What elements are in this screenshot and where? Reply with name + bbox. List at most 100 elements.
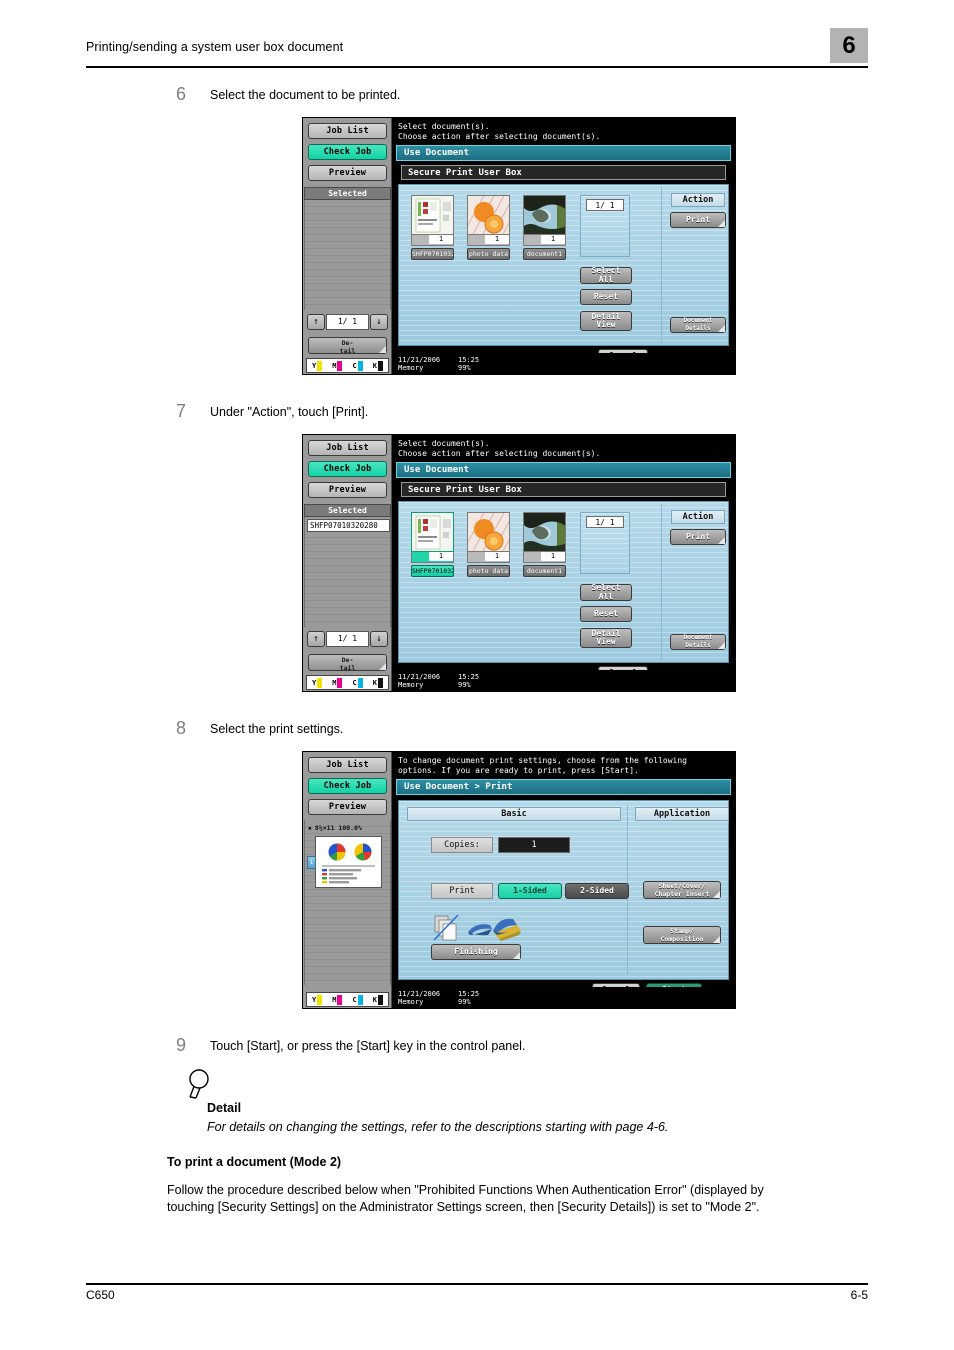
panel2-print-button[interactable]: Print bbox=[670, 529, 726, 545]
thumbnail-count-bar: 1 bbox=[467, 552, 510, 563]
thumbnail-name: photo data bbox=[467, 248, 510, 260]
panel3-tab-application[interactable]: Application bbox=[635, 807, 729, 821]
panel2-vertical-divider bbox=[661, 504, 662, 660]
panel1-document-details-button[interactable]: Document Details bbox=[670, 317, 726, 333]
panel2-page-up-icon[interactable]: ↑ bbox=[307, 631, 325, 647]
panel2-message: Select document(s). Choose action after … bbox=[398, 439, 601, 458]
panel1-print-button[interactable]: Print bbox=[670, 212, 726, 228]
panel3-tab-basic[interactable]: Basic bbox=[407, 807, 621, 821]
panel2-document-details-button[interactable]: Document Details bbox=[670, 634, 726, 650]
panel1-sidebar: Job List Check Job Preview Selected Docu… bbox=[303, 118, 392, 374]
thumbnail-name: SHFP0701032 bbox=[411, 248, 454, 260]
panel2-job-list-button[interactable]: Job List bbox=[308, 440, 387, 456]
panel2-document-thumb-1[interactable]: 1 photo data bbox=[467, 512, 510, 577]
panel2-select-all-button[interactable]: Select All bbox=[580, 583, 632, 601]
panel1-breadcrumb: Use Document bbox=[396, 145, 731, 161]
panel3-1-sided-button[interactable]: 1-Sided bbox=[498, 883, 562, 899]
thumbnail-count: 1 bbox=[429, 235, 453, 244]
panel2-document-thumb-0[interactable]: 1 SHFP0701032 bbox=[411, 512, 454, 577]
panel3-main: To change document print settings, choos… bbox=[392, 752, 735, 1008]
toner-k: K bbox=[373, 360, 383, 371]
panel1-selected-documents-label: Selected Documents bbox=[304, 187, 391, 209]
panel2-action-label: Action bbox=[671, 510, 725, 524]
panel1-check-job-button[interactable]: Check Job bbox=[308, 144, 387, 160]
panel1-status-date: 11/21/2006 bbox=[398, 356, 441, 364]
panel1-select-all-button[interactable]: Select All bbox=[580, 266, 632, 284]
panel2-page-count: 1/ 1 bbox=[586, 516, 624, 528]
panel1-job-list-button[interactable]: Job List bbox=[308, 123, 387, 139]
panel2-sidebar-pager[interactable]: ↑ 1/ 1 ↓ bbox=[307, 631, 388, 647]
panel1-content-pane: 1 SHFP0701032 1 photo data 1 document1 1… bbox=[398, 184, 729, 346]
panel1-detail-button[interactable]: De-tail bbox=[308, 337, 387, 354]
panel3-status-memory-value: 99% bbox=[458, 998, 471, 1006]
thumbnail-count: 1 bbox=[485, 235, 509, 244]
panel3-sheet-cover-chapter-insert-button[interactable]: Sheet/Cover/Chapter Insert bbox=[643, 881, 721, 899]
toner-y: Y bbox=[312, 677, 323, 688]
toner-c: C bbox=[353, 677, 363, 688]
step-text: Select the print settings. bbox=[210, 722, 344, 736]
panel2-detail-view-button[interactable]: Detail View bbox=[580, 628, 632, 648]
thumbnail-image bbox=[523, 512, 566, 552]
panel2-selected-documents-list[interactable]: SHFP07010320280 bbox=[304, 517, 391, 627]
panel3-stamp-composition-button[interactable]: Stamp/Composition bbox=[643, 926, 721, 944]
panel2-status-memory-label: Memory bbox=[398, 681, 424, 689]
panel1-page-up-icon[interactable]: ↑ bbox=[307, 314, 325, 330]
panel2-box-name: Secure Print User Box bbox=[401, 482, 726, 497]
panel2-reset-button[interactable]: Reset bbox=[580, 606, 632, 622]
panel1-reset-button[interactable]: Reset bbox=[580, 289, 632, 305]
lcd-screenshot-3: Job List Check Job Preview ▪ 8½×11 100.0… bbox=[302, 751, 736, 1009]
panel2-preview-button[interactable]: Preview bbox=[308, 482, 387, 498]
panel1-page-down-icon[interactable]: ↓ bbox=[370, 314, 388, 330]
thumbnail-image bbox=[467, 512, 510, 552]
panel3-check-job-button[interactable]: Check Job bbox=[308, 778, 387, 794]
panel3-preview-thumbnail bbox=[315, 836, 382, 888]
panel2-status-bar: 11/21/2006 15:25 Memory 99% bbox=[392, 670, 735, 691]
panel3-preview-button[interactable]: Preview bbox=[308, 799, 387, 815]
thumbnail-image bbox=[411, 195, 454, 235]
panel1-preview-button[interactable]: Preview bbox=[308, 165, 387, 181]
panel3-2-sided-button[interactable]: 2-Sided bbox=[565, 883, 629, 899]
detail-text: For details on changing the settings, re… bbox=[207, 1120, 669, 1134]
panel3-status-memory-label: Memory bbox=[398, 998, 424, 1006]
panel3-print-label: Print bbox=[431, 883, 493, 899]
panel2-page-down-icon[interactable]: ↓ bbox=[370, 631, 388, 647]
step-number: 8 bbox=[176, 718, 187, 738]
panel2-toner-gauge: Y M C K bbox=[306, 675, 389, 690]
step-text: Select the document to be printed. bbox=[210, 88, 401, 102]
panel1-detail-view-button[interactable]: Detail View bbox=[580, 311, 632, 331]
panel1-message: Select document(s). Choose action after … bbox=[398, 122, 601, 141]
panel3-copies-value[interactable]: 1 bbox=[498, 837, 570, 853]
panel1-document-thumb-0[interactable]: 1 SHFP0701032 bbox=[411, 195, 454, 260]
panel2-selected-document-item[interactable]: SHFP07010320280 bbox=[307, 519, 390, 532]
panel2-document-thumb-2[interactable]: 1 document1 bbox=[523, 512, 566, 577]
panel2-status-date: 11/21/2006 bbox=[398, 673, 441, 681]
panel2-check-job-button[interactable]: Check Job bbox=[308, 461, 387, 477]
toner-c: C bbox=[353, 360, 363, 371]
panel3-status-time: 15:25 bbox=[458, 990, 480, 998]
toner-m: M bbox=[332, 360, 343, 371]
panel3-job-list-button[interactable]: Job List bbox=[308, 757, 387, 773]
panel1-selected-documents-list[interactable] bbox=[304, 200, 391, 310]
panel1-status-time: 15:25 bbox=[458, 356, 480, 364]
panel2-detail-button[interactable]: De-tail bbox=[308, 654, 387, 671]
panel3-copies-label: Copies: bbox=[431, 837, 493, 853]
thumbnail-count: 1 bbox=[541, 552, 565, 561]
panel3-content-pane: Basic Application Copies: 1 Print 1-Side… bbox=[398, 800, 729, 980]
panel1-box-name: Secure Print User Box bbox=[401, 165, 726, 180]
thumbnail-image bbox=[523, 195, 566, 235]
thumbnail-count-bar: 1 bbox=[411, 552, 454, 563]
panel3-finishing-button[interactable]: Finishing bbox=[431, 944, 521, 960]
panel2-status-memory-value: 99% bbox=[458, 681, 471, 689]
panel1-sidebar-pager[interactable]: ↑ 1/ 1 ↓ bbox=[307, 314, 388, 330]
thumbnail-name: document1 bbox=[523, 248, 566, 260]
toner-y: Y bbox=[312, 360, 323, 371]
panel1-status-memory-value: 99% bbox=[458, 364, 471, 372]
finishing-icons bbox=[433, 913, 533, 943]
panel3-status-date: 11/21/2006 bbox=[398, 990, 441, 998]
footer-page-number: 6-5 bbox=[850, 1288, 868, 1302]
panel1-sidebar-page-indicator: 1/ 1 bbox=[326, 314, 369, 330]
section-paragraph-line-1: Follow the procedure described below whe… bbox=[167, 1183, 764, 1197]
panel1-document-thumb-1[interactable]: 1 photo data bbox=[467, 195, 510, 260]
thumbnail-name: SHFP0701032 bbox=[411, 565, 454, 577]
panel1-document-thumb-2[interactable]: 1 document1 bbox=[523, 195, 566, 260]
